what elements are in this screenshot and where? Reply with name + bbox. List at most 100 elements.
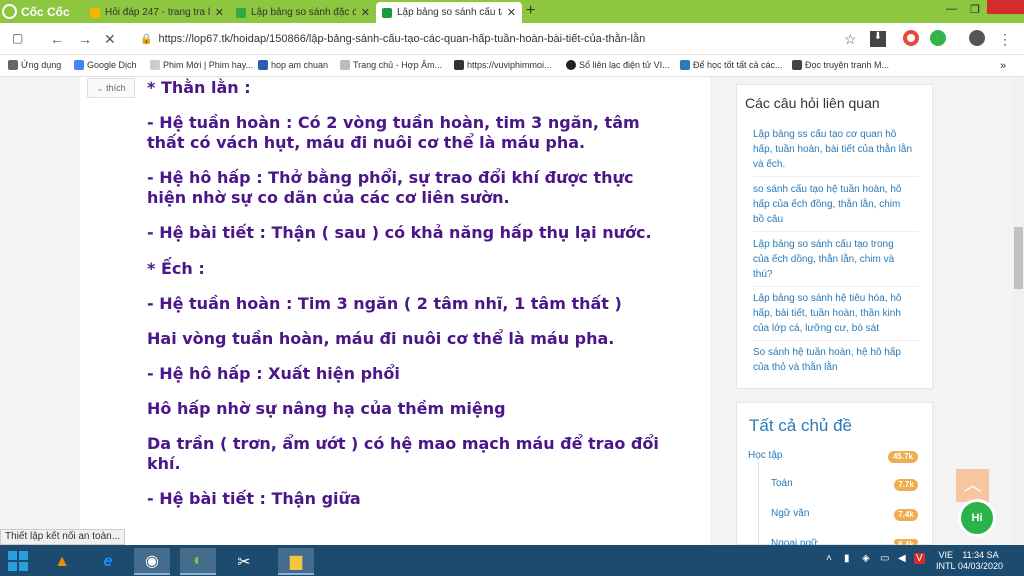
related-question-link[interactable]: So sánh hệ tuần hoàn, hệ hô hấp của thỏ v… (753, 345, 919, 379)
battery-icon[interactable]: ▭ (880, 553, 889, 564)
sidebar-toggle-icon[interactable]: ▢ (12, 31, 23, 45)
language-indicator[interactable]: VIE INTL (936, 550, 956, 572)
page-content: ⌄ thích * Thằn lằn : - Hệ tuần hoàn : Có… (0, 77, 1024, 545)
apps-bookmark[interactable]: Ứng dụng (8, 60, 61, 70)
new-tab-plus-icon[interactable]: + (526, 2, 535, 20)
vertical-scrollbar[interactable] (1013, 77, 1024, 545)
topic-ngoai-ngu[interactable]: Ngoại ngữ (771, 538, 818, 545)
tab-label: Hỏi đáp 247 - trang tra lời (105, 7, 210, 18)
scrollbar-thumb[interactable] (1014, 227, 1023, 289)
minimize-icon[interactable]: — (946, 3, 957, 15)
answer-line: - Hệ hô hấp : Thở bằng phổi, sự trao đổi… (147, 168, 634, 187)
answer-line: Hô hấp nhờ sự nâng hạ của thềm miệng (147, 399, 506, 418)
dehoctot-bookmark[interactable]: Để học tốt tất cả các... (680, 60, 783, 70)
coccoc-taskbar-icon[interactable]: ◐ (180, 548, 216, 575)
answer-line: - Hệ tuần hoàn : Tim 3 ngăn ( 2 tâm nhĩ,… (147, 294, 622, 313)
topic-tree-line (758, 462, 759, 545)
address-bar[interactable]: 🔒 https://lop67.tk/hoidap/150866/lập-bảng… (126, 27, 892, 51)
close-icon[interactable]: ✕ (215, 6, 224, 19)
page-icon (150, 60, 160, 70)
tab-label: Lập bảng so sánh đặc điểm (251, 7, 356, 18)
topics-title: Tất cả chủ đề (749, 416, 853, 435)
google-translate-bookmark[interactable]: Google Dịch (74, 60, 137, 70)
snipping-tool-icon[interactable]: ✂ (226, 548, 262, 575)
tab-label: Lập bảng so sánh cấu tạo (397, 7, 502, 18)
related-question-link[interactable]: Lập bảng so sánh hệ tiêu hóa, hô hấp, bài… (753, 291, 919, 341)
hac-icon (258, 60, 268, 70)
security-icon[interactable]: ◈ (862, 553, 870, 564)
bookmarks-bar: Ứng dụng Google Dịch Phim Mới | Phim hay… (0, 56, 1024, 77)
coccoc-logo[interactable]: Cốc Cốc (2, 2, 80, 21)
chat-button[interactable]: Hi (958, 499, 996, 537)
tab-strip: Cốc Cốc Hỏi đáp 247 - trang tra lời ✕ Lập… (0, 0, 1024, 23)
count-badge: 45.7k (888, 451, 918, 463)
volume-icon[interactable]: ◀ (898, 553, 906, 564)
extension-icon[interactable] (903, 30, 919, 46)
hopamchuan-bookmark[interactable]: hop am chuan (258, 60, 328, 70)
chevron-up-icon: ︿ (963, 475, 982, 495)
phimmoi-bookmark[interactable]: Phim Mới | Phim hay... (150, 60, 253, 70)
topic-ngu-van[interactable]: Ngữ văn (771, 508, 809, 519)
answer-line: - Hệ hô hấp : Xuất hiện phổi (147, 364, 400, 383)
camera-app-icon[interactable]: ◉ (134, 548, 170, 575)
menu-icon[interactable]: ⋮ (998, 31, 1012, 48)
stop-icon[interactable]: ✕ (104, 31, 116, 48)
apps-grid-icon (8, 60, 18, 70)
related-question-link[interactable]: Lập bảng ss cấu tạo cơ quan hô hấp, tuần … (753, 127, 919, 177)
answer-line: * Thằn lằn : (147, 78, 251, 97)
related-questions-panel: Các câu hỏi liên quan Lập bảng ss cấu tạ… (736, 84, 933, 389)
site-favicon-icon (382, 7, 392, 18)
related-question-link[interactable]: so sánh cấu tạo hệ tuần hoàn, hô hấp của … (753, 182, 919, 232)
browser-toolbar: ▢ ← → ✕ 🔒 https://lop67.tk/hoidap/150866/… (0, 23, 1024, 55)
vlc-icon[interactable]: ▲ (44, 548, 80, 575)
doctruyen-bookmark[interactable]: Đọc truyện tranh M... (792, 60, 889, 70)
tab-lapbang-dacdiem[interactable]: Lập bảng so sánh đặc điểm ✕ (230, 2, 376, 23)
restore-icon[interactable]: ❐ (970, 3, 980, 16)
related-title: Các câu hỏi liên quan (745, 95, 880, 111)
close-icon[interactable]: ✕ (361, 6, 370, 19)
film-icon (454, 60, 464, 70)
bookmark-star-icon[interactable]: ☆ (844, 31, 857, 48)
file-explorer-icon[interactable]: ▆ (278, 548, 314, 575)
tab-lapbang-cautao[interactable]: Lập bảng so sánh cấu tạo ✕ (376, 2, 522, 23)
answer-line: hiện nhờ sự co dãn của các cơ liên sườn. (147, 188, 510, 207)
internet-explorer-icon[interactable]: e (90, 548, 126, 575)
clock[interactable]: 11:34 SA 04/03/2020 (958, 550, 1003, 572)
vuviphimmoi-bookmark[interactable]: https://vuviphimmoi... (454, 60, 552, 70)
profile-icon[interactable] (969, 30, 985, 46)
related-question-link[interactable]: Lập bảng so sánh cấu tạo trong của ếch dồ… (753, 237, 919, 287)
forward-arrow-icon[interactable]: → (78, 31, 92, 47)
tray-chevron-icon[interactable]: ˄ (826, 553, 832, 564)
topic-toan[interactable]: Toán (771, 478, 793, 489)
brand-name: Cốc Cốc (21, 4, 70, 19)
solienlac-bookmark[interactable]: Sổ liên lạc điện tử VI... (566, 60, 670, 70)
back-arrow-icon[interactable]: ← (50, 31, 64, 47)
close-icon[interactable]: ✕ (507, 6, 516, 19)
start-windows-icon[interactable] (8, 551, 28, 571)
like-button[interactable]: ⌄ thích (87, 78, 135, 98)
coccoc-icon (2, 4, 17, 19)
count-badge: 7.4k (894, 509, 918, 521)
answer-line: - Hệ bài tiết : Thận ( sau ) có khả năng… (147, 223, 652, 242)
url-text: https://lop67.tk/hoidap/150866/lập-bảng-… (158, 33, 646, 45)
close-window-button[interactable] (987, 0, 1024, 14)
answer-line: Hai vòng tuần hoàn, máu đi nuôi cơ thể l… (147, 329, 615, 348)
coccoc-extension-icon[interactable] (930, 30, 946, 46)
count-badge: 7.7k (894, 479, 918, 491)
answer-line: - Hệ tuần hoàn : Có 2 vòng tuần hoàn, ti… (147, 113, 640, 132)
page-icon (340, 60, 350, 70)
unikey-icon[interactable]: V (914, 553, 925, 564)
network-icon[interactable]: ▮ (844, 553, 850, 564)
manga-icon (792, 60, 802, 70)
status-bar: Thiết lập kết nối an toàn... (0, 529, 126, 545)
globe-icon (566, 60, 576, 70)
tab-hoidap[interactable]: Hỏi đáp 247 - trang tra lời ✕ (84, 2, 230, 23)
topic-hoc-tap[interactable]: Học tập (748, 450, 782, 461)
bookmarks-overflow-icon[interactable]: » (1000, 60, 1006, 72)
hopam-home-bookmark[interactable]: Trang chủ - Hợp Âm... (340, 60, 442, 70)
l-icon (680, 60, 690, 70)
download-icon[interactable]: ⬇ (870, 31, 886, 47)
answer-line: thất có vách hụt, máu đi nuôi cơ thể là … (147, 133, 586, 152)
windows-taskbar: ▲ e ◉ ◐ ✂ ▆ ˄ ▮ ◈ ▭ ◀ V VIE INTL 11:34 SA… (0, 545, 1024, 576)
scroll-to-top-button[interactable]: ︿ (956, 469, 989, 502)
